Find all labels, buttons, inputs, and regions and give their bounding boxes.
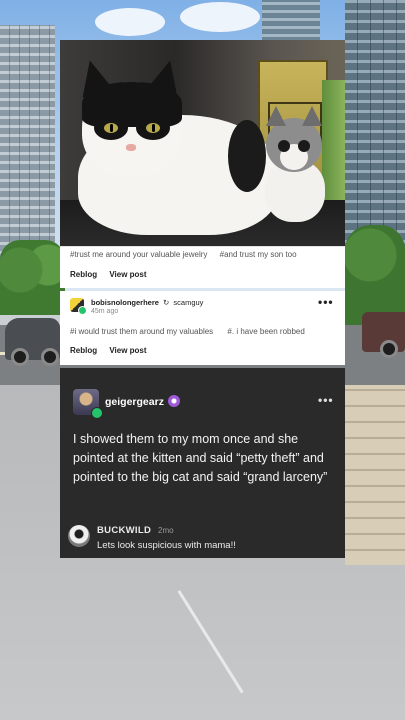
username[interactable]: bobisnolongerhere (91, 298, 159, 307)
plant (322, 80, 345, 210)
skyscraper-left (0, 25, 55, 260)
username[interactable]: geigergearz (105, 396, 164, 408)
skyscraper-middle (262, 0, 320, 42)
post-actions: Reblog View post (70, 270, 270, 279)
paved-tiles (345, 385, 405, 565)
kitten-eye (278, 140, 290, 152)
post-photo-cats[interactable] (60, 40, 345, 246)
tag[interactable]: #trust me around your valuable jewelry (70, 250, 207, 259)
kitten-ear (302, 106, 322, 126)
cat-eye-mask (94, 116, 128, 140)
reblogged-from-username[interactable]: scamguy (173, 298, 203, 307)
reblog-icon: ↻ (163, 298, 170, 307)
reply-avatar[interactable] (68, 525, 90, 547)
tag[interactable]: #and trust my son too (220, 250, 297, 259)
trees-left (0, 240, 65, 315)
cat-eye (104, 123, 118, 133)
photo-post-card: #trust me around your valuable jewelry #… (60, 40, 345, 288)
parked-car-left (5, 318, 60, 366)
reblog-link[interactable]: Reblog (70, 270, 97, 279)
wheel (41, 348, 59, 366)
reply-text: Lets look suspicious with mama!! (97, 540, 236, 551)
verified-badge-icon (168, 395, 180, 407)
kitten-eye (298, 140, 310, 152)
reblog-post-card: bobisnolongerhere ↻ scamguy 45m ago ••• … (60, 291, 345, 365)
tag[interactable]: #. i have been robbed (227, 327, 304, 336)
wheel (380, 340, 398, 358)
cat-eye (146, 123, 160, 133)
big-cat-spot (228, 120, 266, 192)
cloud (180, 2, 260, 32)
reblog-header: bobisnolongerhere ↻ scamguy (91, 298, 203, 307)
comment-post-card: geigergearz ••• I showed them to my mom … (60, 368, 345, 558)
more-icon[interactable]: ••• (318, 394, 334, 406)
view-post-link[interactable]: View post (109, 346, 146, 355)
cloud (95, 8, 165, 36)
trees-right (345, 225, 405, 325)
reblog-link[interactable]: Reblog (70, 346, 97, 355)
reply-username[interactable]: BUCKWILD (97, 525, 151, 536)
post-actions: Reblog View post (70, 346, 270, 355)
wheel (11, 348, 29, 366)
cat-nose (126, 144, 136, 151)
more-icon[interactable]: ••• (318, 296, 334, 308)
view-post-link[interactable]: View post (109, 270, 146, 279)
kitten-head (266, 106, 322, 172)
post-body-text: I showed them to my mom once and she poi… (73, 432, 328, 484)
avatar[interactable] (70, 298, 87, 315)
post-tags: #trust me around your valuable jewelry #… (60, 246, 345, 266)
tag[interactable]: #i would trust them around my valuables (70, 327, 213, 336)
skyscraper-right (345, 0, 405, 250)
kitten-ear (266, 106, 286, 126)
reply-timestamp: 2mo (158, 526, 174, 535)
parked-truck-right (362, 312, 405, 358)
cat-eye-mask (136, 116, 170, 140)
timestamp: 45m ago (91, 308, 119, 315)
big-cat-head (74, 56, 186, 177)
avatar[interactable] (73, 389, 103, 419)
post-tags: #i would trust them around my valuables … (70, 327, 317, 336)
